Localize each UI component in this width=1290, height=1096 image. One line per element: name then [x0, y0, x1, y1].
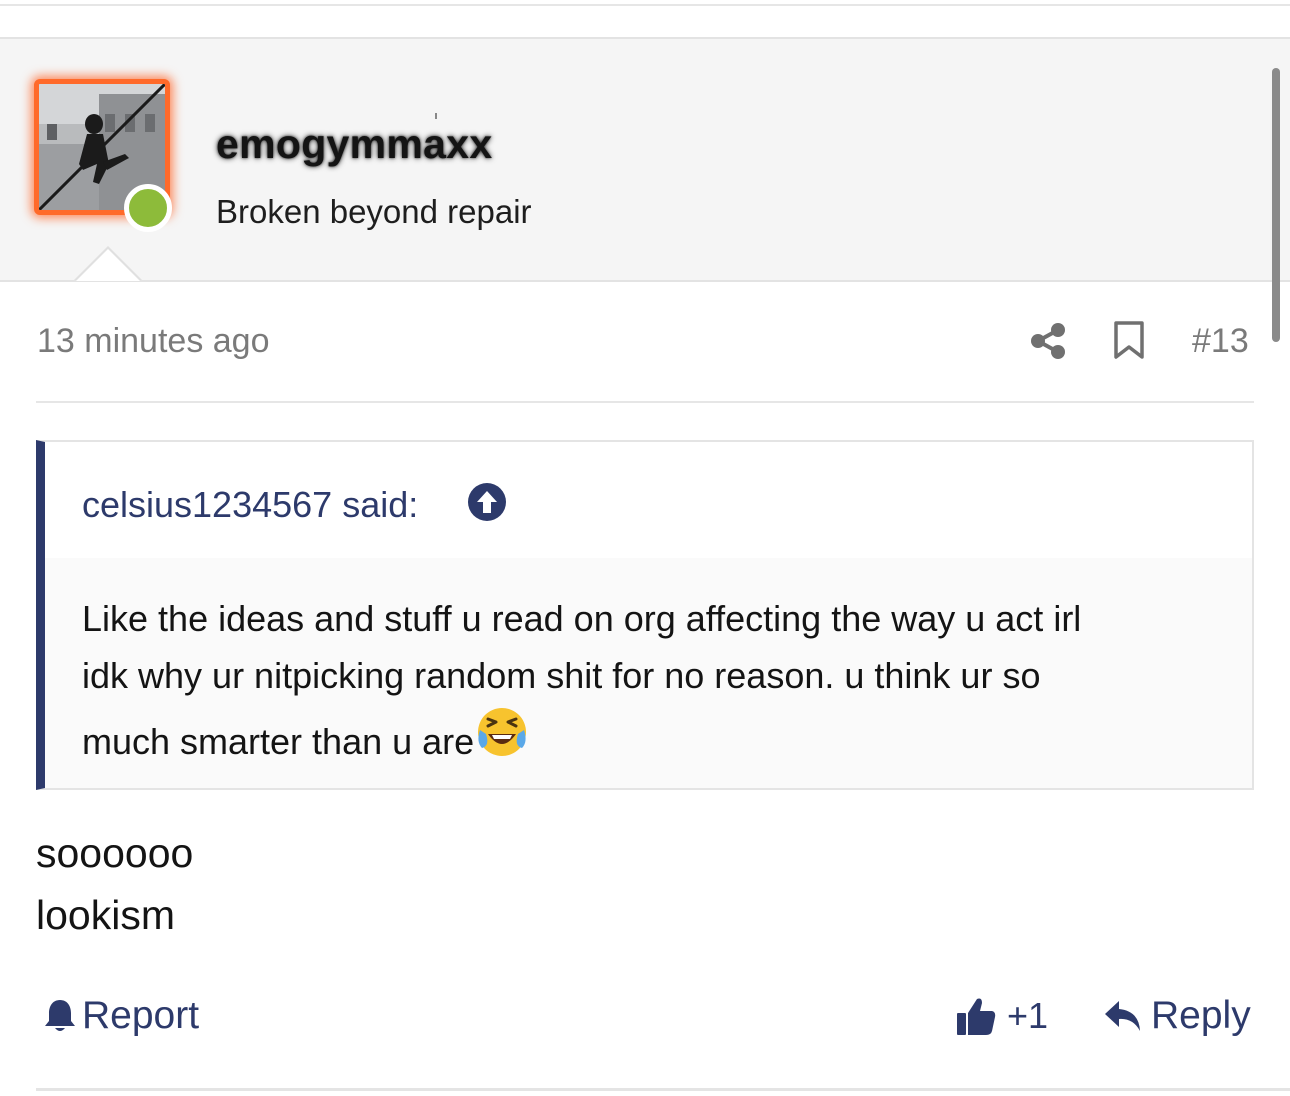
quote-line: much smarter than u are: [82, 721, 475, 762]
reply-button[interactable]: Reply: [1103, 993, 1251, 1039]
reply-label: Reply: [1151, 994, 1251, 1037]
thumbs-up-icon: [957, 998, 996, 1035]
quote-line: idk why ur nitpicking random shit for no…: [82, 655, 1041, 696]
bell-icon: [45, 1000, 75, 1031]
bottom-divider: [36, 1088, 1290, 1091]
arrow-up-circle-icon[interactable]: [467, 482, 507, 522]
post-line: soooooo: [36, 830, 194, 876]
avatar-container[interactable]: [34, 79, 182, 232]
top-divider: [0, 4, 1290, 6]
quote-text: Like the ideas and stuff u read on org a…: [82, 590, 1202, 770]
like-count: +1: [1007, 995, 1049, 1036]
quote-header: celsius1234567 said:: [45, 442, 1252, 558]
post-number-link[interactable]: #13: [1192, 322, 1249, 361]
user-title: Broken beyond repair: [216, 193, 532, 230]
quote-author-link[interactable]: celsius1234567 said:: [82, 484, 418, 526]
post-timestamp[interactable]: 13 minutes ago: [37, 322, 270, 361]
like-button[interactable]: +1: [955, 993, 1048, 1039]
share-icon[interactable]: [1028, 321, 1068, 361]
face-with-tears-of-joy-icon: [478, 708, 527, 756]
bookmark-icon[interactable]: [1112, 320, 1146, 360]
username[interactable]: emogymmaxx: [216, 121, 492, 168]
post-line: lookism: [36, 892, 175, 938]
quote-line-last: much smarter than u are: [82, 704, 1202, 770]
header-caret-fill: [76, 249, 140, 281]
decorative-mark: [435, 113, 437, 119]
report-button[interactable]: Report: [44, 993, 199, 1039]
post-content: soooooo lookism: [36, 822, 193, 946]
online-status-dot: [124, 184, 172, 232]
quote-line: Like the ideas and stuff u read on org a…: [82, 598, 1082, 639]
report-label: Report: [82, 994, 200, 1037]
meta-divider: [36, 401, 1254, 403]
reply-arrow-icon: [1105, 1001, 1140, 1031]
scrollbar[interactable]: [1272, 68, 1280, 342]
quote-block: celsius1234567 said: Like the ideas and …: [36, 440, 1254, 790]
user-header: emogymmaxx Broken beyond repair: [0, 37, 1290, 282]
